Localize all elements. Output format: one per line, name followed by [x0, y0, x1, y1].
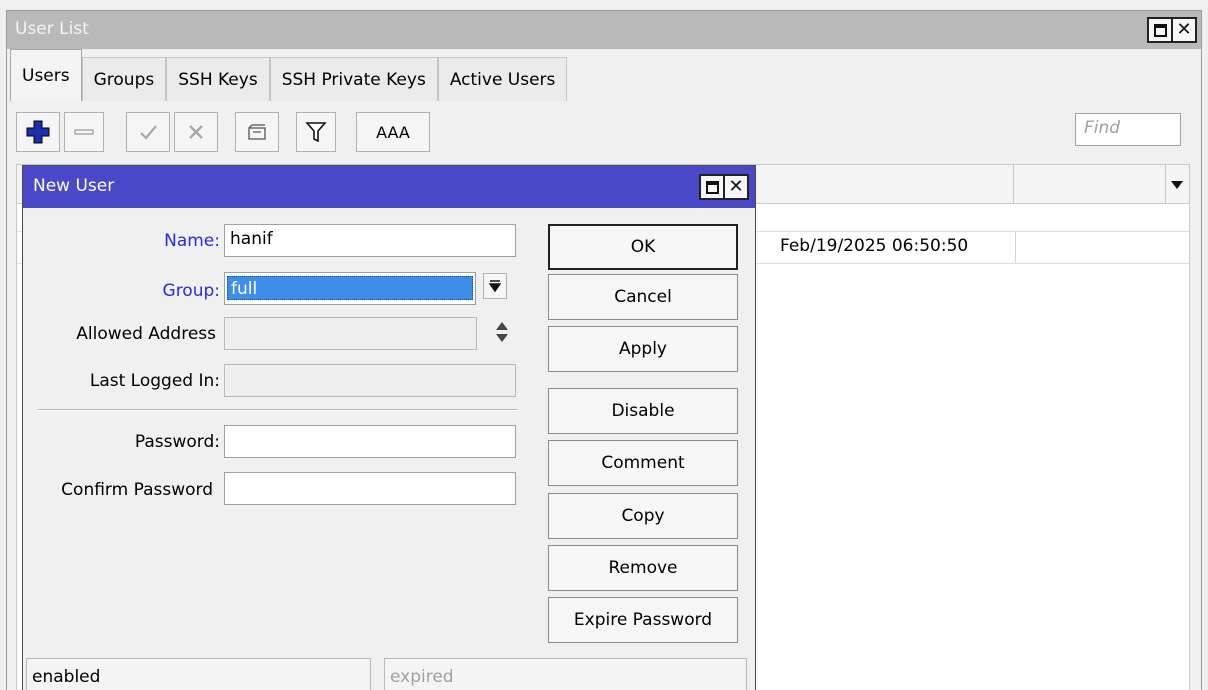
disable-user-button[interactable]: Disable — [548, 388, 738, 434]
tab-ssh-private-keys[interactable]: SSH Private Keys — [269, 57, 438, 101]
restore-icon — [705, 180, 719, 194]
restore-dialog-button[interactable] — [699, 174, 725, 200]
dialog-title: New User — [33, 176, 115, 196]
close-icon: ✕ — [728, 176, 744, 197]
check-icon — [140, 125, 157, 140]
password-label: Password: — [134, 432, 220, 452]
column-dropdown-icon[interactable] — [1169, 179, 1185, 191]
comment-icon — [248, 124, 266, 140]
allowed-address-label: Allowed Address — [76, 324, 216, 344]
separator — [37, 409, 517, 411]
add-icon — [26, 120, 50, 144]
find-input[interactable]: Find — [1075, 113, 1181, 146]
group-label: Group: — [162, 281, 220, 301]
copy-label: Copy — [621, 506, 665, 526]
restore-icon — [1153, 23, 1167, 37]
group-dropdown-button[interactable] — [483, 273, 507, 299]
filter-icon — [305, 122, 327, 143]
tab-groups[interactable]: Groups — [81, 57, 167, 101]
comment-button[interactable] — [235, 112, 279, 152]
close-window-button[interactable]: ✕ — [1171, 17, 1197, 43]
close-icon: ✕ — [1176, 19, 1192, 40]
updown-arrows-icon[interactable] — [495, 320, 509, 344]
remove-button[interactable] — [64, 112, 104, 152]
remove-icon — [74, 129, 94, 135]
confirm-password-input[interactable] — [224, 472, 516, 505]
enable-button[interactable] — [126, 112, 170, 152]
tab-ssh-keys[interactable]: SSH Keys — [166, 57, 270, 101]
find-placeholder: Find — [1084, 118, 1121, 138]
cancel-button[interactable]: Cancel — [548, 274, 738, 320]
allowed-address-input[interactable] — [224, 317, 477, 350]
close-dialog-button[interactable]: ✕ — [723, 174, 749, 200]
filter-button[interactable] — [296, 112, 336, 152]
copy-button[interactable]: Copy — [548, 493, 738, 539]
remove-label: Remove — [608, 558, 678, 578]
aaa-label: AAA — [376, 122, 410, 142]
name-value: hanif — [230, 229, 273, 249]
last-logged-in-cell: Feb/19/2025 06:50:50 — [780, 236, 969, 256]
tab-active-users[interactable]: Active Users — [437, 57, 568, 101]
dropdown-arrow-icon — [489, 280, 501, 293]
tab-label: SSH Keys — [178, 69, 258, 90]
status-enabled: enabled — [26, 658, 371, 690]
expire-password-label: Expire Password — [573, 610, 713, 630]
confirm-password-label: Confirm Password — [61, 480, 213, 500]
window-title: User List — [15, 19, 89, 39]
ok-button[interactable]: OK — [548, 224, 738, 270]
disable-button[interactable] — [174, 112, 218, 152]
ok-label: OK — [630, 237, 656, 257]
tab-users[interactable]: Users — [10, 49, 82, 101]
group-select[interactable]: full — [224, 272, 476, 305]
column-divider — [1165, 165, 1166, 203]
comment-user-button[interactable]: Comment — [548, 440, 738, 486]
tab-label: Users — [22, 65, 70, 86]
window-titlebar[interactable]: User List ✕ — [7, 11, 1201, 49]
status-expired-text: expired — [390, 667, 454, 687]
cross-icon — [189, 125, 203, 139]
expire-password-button[interactable]: Expire Password — [548, 597, 738, 643]
status-state: enabled — [32, 667, 101, 687]
last-logged-in-label: Last Logged In: — [89, 371, 220, 391]
status-expired: expired — [384, 658, 747, 690]
column-divider — [1013, 165, 1014, 203]
disable-label: Disable — [611, 401, 675, 421]
aaa-button[interactable]: AAA — [356, 112, 430, 152]
comment-label: Comment — [601, 453, 685, 473]
last-logged-in-field — [224, 364, 516, 397]
tab-label: Groups — [93, 69, 155, 90]
restore-window-button[interactable] — [1147, 17, 1173, 43]
group-value: full — [227, 276, 473, 300]
name-input[interactable]: hanif — [224, 224, 516, 257]
tab-label: SSH Private Keys — [281, 69, 426, 90]
password-input[interactable] — [224, 425, 516, 458]
cancel-label: Cancel — [614, 287, 672, 307]
apply-button[interactable]: Apply — [548, 326, 738, 372]
tab-bar: Users Groups SSH Keys SSH Private Keys A… — [10, 49, 568, 101]
name-label: Name: — [164, 231, 220, 251]
dialog-titlebar[interactable]: New User ✕ — [23, 166, 755, 208]
tab-label: Active Users — [449, 69, 556, 90]
apply-label: Apply — [619, 339, 667, 359]
remove-user-button[interactable]: Remove — [548, 545, 738, 591]
new-user-dialog: New User ✕ Name: Group: Allowed Address … — [22, 165, 756, 690]
add-button[interactable] — [16, 112, 60, 152]
